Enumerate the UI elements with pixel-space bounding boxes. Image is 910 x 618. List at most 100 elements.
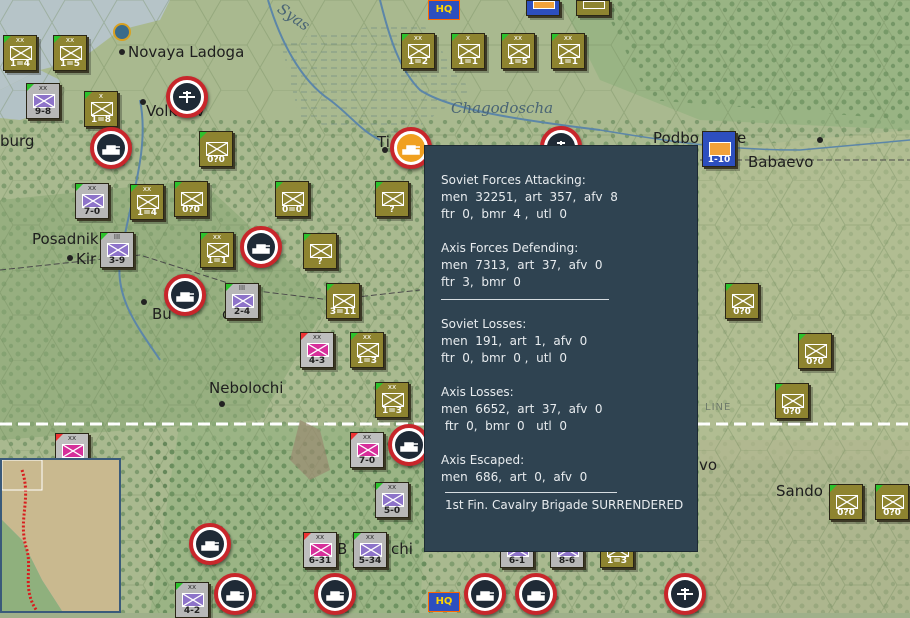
nation-flag — [776, 384, 783, 391]
unit-size: xx — [362, 333, 372, 341]
unit-counter[interactable]: ? — [375, 181, 409, 217]
air-unit-marker[interactable] — [166, 76, 208, 118]
unit-strength: 0?0 — [207, 155, 225, 165]
unit-counter[interactable]: xx 1=3 — [375, 382, 409, 418]
place-kirishi: Kir — [76, 250, 97, 268]
panel-divider — [441, 299, 609, 300]
unit-counter[interactable]: xx 5-34 — [353, 532, 387, 568]
place-bochi: B — [337, 540, 348, 558]
panel-divider-bottom — [445, 492, 617, 493]
unit-counter[interactable]: xx 1=5 — [501, 33, 535, 69]
unit-strength: 2-4 — [233, 307, 251, 317]
armor-unit-marker[interactable] — [464, 573, 506, 615]
armor-unit-marker[interactable] — [189, 523, 231, 565]
unit-counter[interactable]: III 3-9 — [100, 232, 134, 268]
infantry-icon — [382, 393, 404, 407]
unit-counter[interactable]: III 2-4 — [225, 283, 259, 319]
tank-icon — [402, 145, 420, 155]
infantry-icon — [82, 194, 104, 208]
place-posadnik: Posadnik — [32, 230, 99, 248]
orange-unit-counter-top[interactable] — [526, 0, 560, 16]
unit-strength: 0?0 — [783, 407, 801, 417]
unit-counter[interactable]: xx 5-0 — [375, 482, 409, 518]
unit-counter[interactable]: xx 1=3 — [350, 332, 384, 368]
unit-counter[interactable]: xx 4-3 — [300, 332, 334, 368]
minimap[interactable] — [0, 458, 121, 613]
armor-unit-marker[interactable] — [90, 127, 132, 169]
unit-strength: 7-0 — [358, 456, 376, 466]
unit-strength: 1=5 — [59, 59, 81, 69]
unit-counter[interactable]: xx 9-8 — [26, 83, 60, 119]
unit-counter[interactable]: 0?0 — [199, 131, 233, 167]
unit-counter[interactable]: 0?0 — [875, 484, 909, 520]
unit-counter-top-edge[interactable] — [576, 0, 610, 16]
unit-strength: 1=1 — [557, 57, 579, 67]
unit-counter[interactable]: xx 7-0 — [350, 432, 384, 468]
soviet-attacking-block: Soviet Forces Attacking: men 32251, art … — [441, 172, 697, 223]
unit-strength: 1=2 — [407, 57, 429, 67]
unit-counter[interactable]: 0?0 — [174, 181, 208, 217]
unit-counter[interactable]: xx 7-0 — [75, 183, 109, 219]
unit-counter[interactable]: xx 6-31 — [303, 532, 337, 568]
unit-size: xx — [187, 583, 197, 591]
unit-counter[interactable]: xx 1=5 — [53, 35, 87, 71]
infantry-icon — [558, 44, 580, 58]
armor-unit-marker[interactable] — [214, 573, 256, 615]
unit-counter[interactable]: 3=11 — [326, 283, 360, 319]
infantry-icon — [137, 195, 159, 209]
infantry-icon — [382, 493, 404, 507]
unit-symbol — [583, 1, 605, 9]
axis-losses-line1: men 6652, art 37, afv 0 — [441, 402, 603, 416]
unit-size: xx — [362, 433, 372, 441]
unit-strength: 0?0 — [883, 508, 901, 518]
unit-size: xx — [365, 533, 375, 541]
unit-counter[interactable]: 0?0 — [775, 383, 809, 419]
unit-counter[interactable]: x 1=1 — [451, 33, 485, 69]
air-unit-marker[interactable] — [664, 573, 706, 615]
unit-strength: 6-1 — [508, 556, 526, 566]
soviet-losses-title: Soviet Losses: — [441, 317, 527, 331]
unit-strength: 0?0 — [733, 307, 751, 317]
unit-counter[interactable]: 0?0 — [725, 283, 759, 319]
unit-size: xx — [212, 233, 222, 241]
unit-counter[interactable]: xx 1=4 — [130, 184, 164, 220]
combat-report-panel: Soviet Forces Attacking: men 32251, art … — [424, 145, 698, 552]
infantry-icon — [310, 543, 332, 557]
unit-counter[interactable]: xx 1=1 — [551, 33, 585, 69]
unit-strength: ? — [317, 257, 323, 267]
armor-unit-marker[interactable] — [164, 274, 206, 316]
place-sandovo: Sando — [776, 482, 823, 500]
armor-unit-marker[interactable] — [240, 226, 282, 268]
infantry-icon — [458, 44, 480, 58]
infantry-icon — [207, 243, 229, 257]
armor-unit-marker[interactable] — [515, 573, 557, 615]
unit-counter[interactable]: 0=0 — [275, 181, 309, 217]
orange-unit-counter[interactable]: 1-10 — [702, 131, 736, 167]
infantry-icon — [107, 243, 129, 257]
unit-size: III — [113, 233, 121, 241]
hq-counter-top[interactable]: HQ — [428, 0, 460, 20]
unit-counter[interactable]: xx 1=4 — [3, 35, 37, 71]
infantry-icon — [282, 192, 304, 206]
unit-strength: 8-6 — [558, 556, 576, 566]
nation-flag — [304, 234, 311, 241]
unit-counter[interactable]: x 1=8 — [84, 91, 118, 127]
unit-counter[interactable]: ? — [303, 233, 337, 269]
unit-counter[interactable]: 0?0 — [798, 333, 832, 369]
unit-strength: 6-31 — [308, 556, 332, 566]
unit-symbol — [533, 1, 555, 9]
tank-icon — [527, 591, 545, 601]
axis-losses-title: Axis Losses: — [441, 385, 514, 399]
place-tikhvin: Ti — [377, 133, 390, 151]
unit-strength: 3-9 — [108, 256, 126, 266]
axis-defending-line1: men 7313, art 37, afv 0 — [441, 258, 603, 272]
unit-size: xx — [315, 533, 325, 541]
armor-unit-marker[interactable] — [314, 573, 356, 615]
unit-counter[interactable]: 0?0 — [829, 484, 863, 520]
hq-counter-bottom[interactable]: HQ — [428, 592, 460, 612]
unit-size: xx — [563, 34, 573, 42]
unit-counter[interactable]: xx 1=1 — [200, 232, 234, 268]
unit-counter[interactable]: xx 1=2 — [401, 33, 435, 69]
tank-icon — [400, 442, 418, 452]
infantry-icon — [357, 443, 379, 457]
